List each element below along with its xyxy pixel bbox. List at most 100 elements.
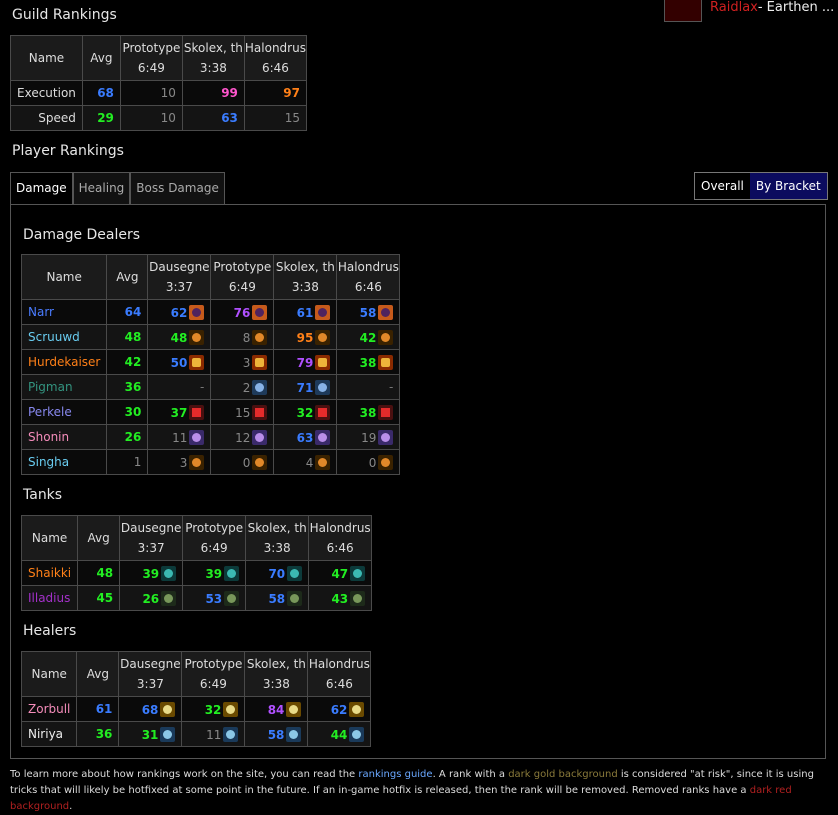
rank-cell[interactable]: 11: [181, 721, 246, 747]
rank-cell[interactable]: 70: [245, 560, 310, 586]
player-name[interactable]: Hurdekaiser: [20, 349, 108, 375]
rank-cell[interactable]: 48: [147, 324, 212, 350]
col-header-boss[interactable]: Halondrus 6:46: [308, 515, 373, 561]
rank-cell[interactable]: 43: [308, 585, 373, 611]
fire-mage-icon: [252, 329, 268, 345]
row-label: Speed: [10, 105, 83, 131]
rank-value[interactable]: 99: [181, 80, 245, 106]
col-header-boss[interactable]: Skolex, th 3:38: [245, 515, 310, 561]
col-header-boss[interactable]: Dausegne 3:37: [118, 651, 183, 697]
rank-cell[interactable]: 32: [181, 696, 246, 722]
rank-value[interactable]: 97: [243, 80, 307, 106]
user-name[interactable]: Raidlax: [710, 0, 758, 15]
rank-cell[interactable]: 58: [244, 721, 309, 747]
tab-healing[interactable]: Healing: [72, 172, 131, 204]
table-row: Shaikki 48 39 39 70 47: [20, 560, 373, 586]
fire-mage-icon: [189, 329, 205, 345]
rank-cell[interactable]: 39: [119, 560, 184, 586]
rank-cell[interactable]: 50: [147, 349, 212, 375]
rank-cell[interactable]: 53: [182, 585, 247, 611]
rank-cell[interactable]: 0: [210, 449, 275, 475]
rank-cell[interactable]: 32: [273, 399, 338, 425]
rank-cell[interactable]: 68: [118, 696, 183, 722]
player-name[interactable]: Singha: [20, 449, 108, 475]
boss-time: 6:46: [354, 280, 382, 294]
user-badge[interactable]: Raidlax - Earthen ...: [664, 0, 834, 22]
rank-cell[interactable]: 79: [273, 349, 338, 375]
rank-cell[interactable]: 4: [273, 449, 338, 475]
col-header-boss[interactable]: Halondrus 6:46: [307, 651, 372, 697]
rank-cell[interactable]: 38: [336, 349, 401, 375]
player-name[interactable]: Narr: [20, 299, 108, 325]
rank-cell[interactable]: 31: [118, 721, 183, 747]
rank-cell[interactable]: 84: [244, 696, 309, 722]
rank-value[interactable]: 63: [181, 105, 245, 131]
rank-cell[interactable]: 38: [336, 399, 401, 425]
holy-paladin-icon: [160, 701, 176, 717]
rank-cell[interactable]: 3: [210, 349, 275, 375]
rank-cell[interactable]: 2: [210, 374, 275, 400]
table-row: Pigman 36 - 2 71 -: [20, 374, 401, 400]
rank-cell[interactable]: 44: [307, 721, 372, 747]
col-header-boss[interactable]: Prototype 6:49: [181, 651, 246, 697]
footer-text: . A rank with a: [432, 769, 509, 780]
rank-cell[interactable]: 39: [182, 560, 247, 586]
tab-damage[interactable]: Damage: [10, 172, 73, 205]
rank-cell[interactable]: 37: [147, 399, 212, 425]
rank-value: 58: [359, 305, 377, 320]
player-name[interactable]: Perkele: [20, 399, 108, 425]
col-header-boss[interactable]: Prototype 6:49: [182, 515, 247, 561]
col-header-boss[interactable]: Prototype 6:49: [210, 254, 275, 300]
rank-cell[interactable]: 42: [336, 324, 401, 350]
fire-mage-icon: [315, 329, 331, 345]
rank-cell[interactable]: 95: [273, 324, 338, 350]
col-header-boss[interactable]: Dausegne 3:37: [119, 515, 184, 561]
rank-cell[interactable]: 8: [210, 324, 275, 350]
col-header-boss[interactable]: Halondrus 6:46: [243, 35, 307, 81]
rank-cell[interactable]: 58: [336, 299, 401, 325]
rank-cell[interactable]: 15: [210, 399, 275, 425]
player-name[interactable]: Niriya: [20, 721, 78, 747]
avg-value: 30: [106, 399, 149, 425]
rank-value: 71: [296, 380, 314, 395]
healers-title: Healers: [23, 623, 77, 639]
tab-boss-damage[interactable]: Boss Damage: [130, 172, 225, 204]
boss-name: Dausegne: [120, 521, 182, 535]
rank-cell[interactable]: 76: [210, 299, 275, 325]
col-header-boss[interactable]: Skolex, th 3:38: [273, 254, 338, 300]
rank-cell[interactable]: 58: [245, 585, 310, 611]
rank-value[interactable]: 10: [119, 105, 183, 131]
col-header-name: Name: [20, 515, 79, 561]
rank-value[interactable]: 10: [119, 80, 183, 106]
col-header-boss[interactable]: Skolex, th 3:38: [244, 651, 309, 697]
rank-cell[interactable]: 63: [273, 424, 338, 450]
rank-cell[interactable]: 12: [210, 424, 275, 450]
rank-cell[interactable]: 62: [147, 299, 212, 325]
player-name[interactable]: Shaikki: [20, 560, 79, 586]
rank-cell[interactable]: 71: [273, 374, 338, 400]
rank-cell[interactable]: 0: [336, 449, 401, 475]
rank-cell[interactable]: 3: [147, 449, 212, 475]
col-header-boss[interactable]: Dausegne 3:37: [147, 254, 212, 300]
avg-value: 61: [76, 696, 120, 722]
col-header-boss[interactable]: Skolex, th 3:38: [181, 35, 245, 81]
rank-cell[interactable]: 11: [147, 424, 212, 450]
holy-paladin-icon: [223, 701, 239, 717]
rankings-guide-link[interactable]: rankings guide: [358, 769, 432, 780]
rank-cell[interactable]: 62: [307, 696, 372, 722]
by-bracket-button[interactable]: By Bracket: [749, 173, 827, 199]
destruction-warlock-icon: [378, 404, 394, 420]
col-header-boss[interactable]: Prototype 6:49: [119, 35, 183, 81]
rank-cell[interactable]: 61: [273, 299, 338, 325]
player-name[interactable]: Scruuwd: [20, 324, 108, 350]
player-name[interactable]: Pigman: [20, 374, 108, 400]
rank-cell[interactable]: 26: [119, 585, 184, 611]
player-name[interactable]: Illadius: [20, 585, 79, 611]
player-name[interactable]: Shonin: [20, 424, 108, 450]
col-header-boss[interactable]: Halondrus 6:46: [336, 254, 401, 300]
player-name[interactable]: Zorbull: [20, 696, 78, 722]
rank-cell[interactable]: 19: [336, 424, 401, 450]
rank-cell[interactable]: 47: [308, 560, 373, 586]
overall-button[interactable]: Overall: [695, 173, 750, 199]
rank-value[interactable]: 15: [243, 105, 307, 131]
